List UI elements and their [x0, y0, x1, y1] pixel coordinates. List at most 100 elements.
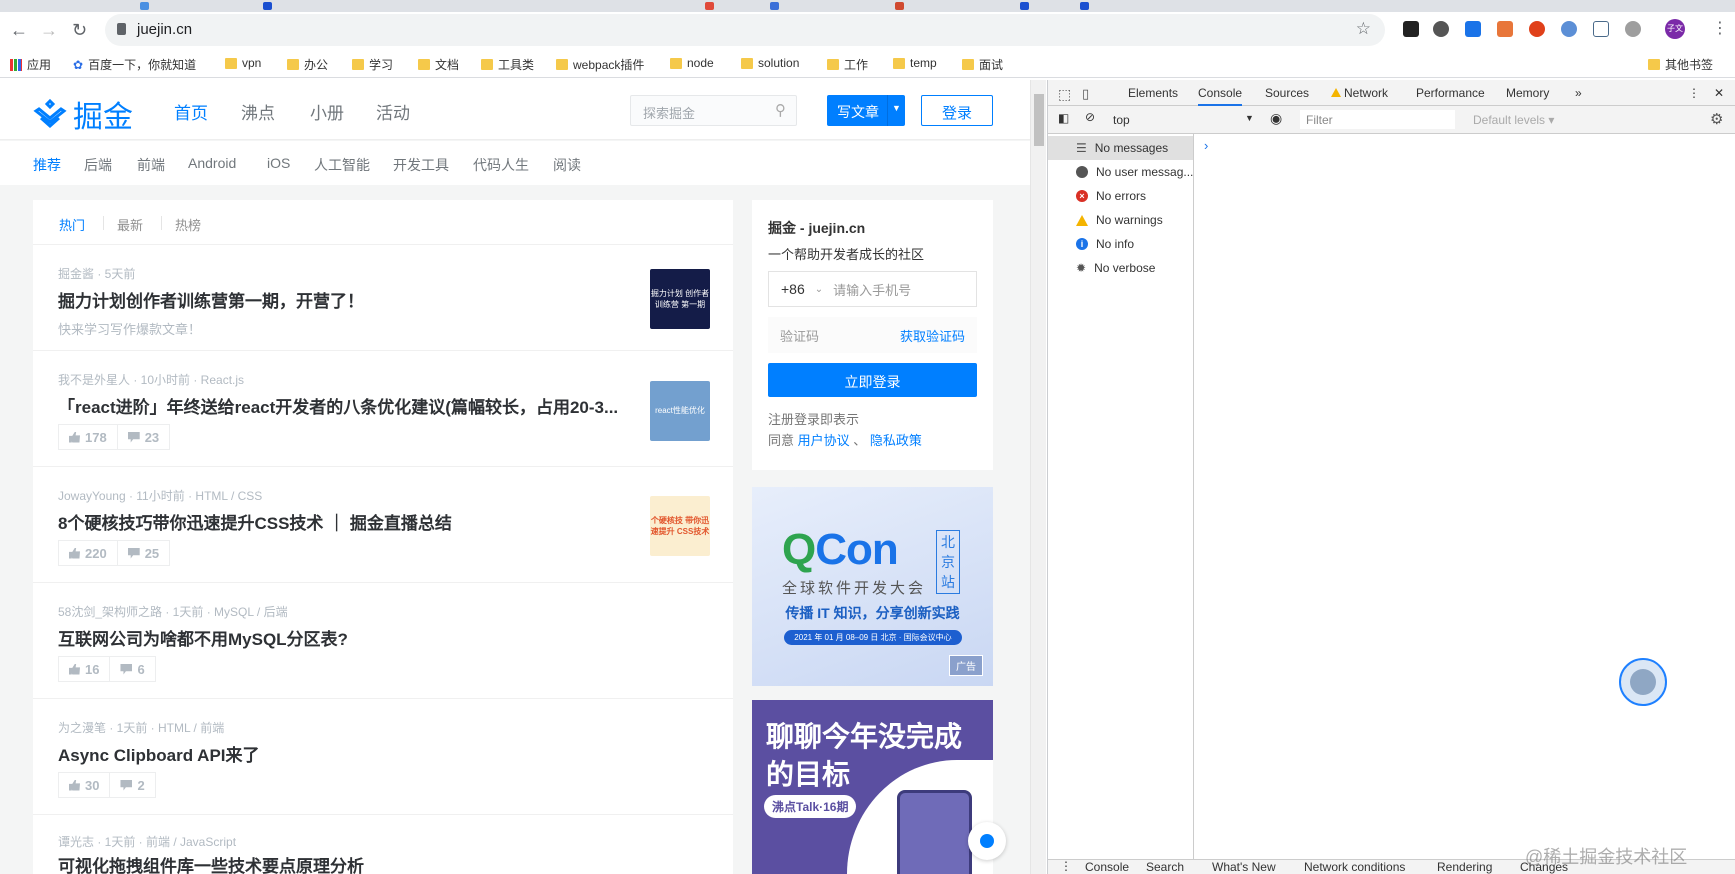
drawer-menu-icon[interactable]: ⋮: [1060, 860, 1072, 873]
article-title[interactable]: 掘力计划创作者训练营第一期，开营了！: [58, 287, 364, 312]
filter-user-messages[interactable]: No user messag...: [1048, 160, 1193, 184]
bookmark-folder[interactable]: webpack插件: [556, 56, 644, 73]
write-dropdown-icon[interactable]: ▼: [887, 95, 905, 126]
tab-elements[interactable]: Elements: [1128, 86, 1178, 100]
login-submit-button[interactable]: 立即登录: [768, 363, 977, 397]
context-select[interactable]: top: [1113, 113, 1130, 127]
context-dropdown-icon[interactable]: ▼: [1245, 113, 1254, 123]
device-toolbar-icon[interactable]: ▯: [1082, 86, 1089, 102]
qcon-ad-banner[interactable]: QCon 北京站 全球软件开发大会 传播 IT 知识，分享创新实践 2021 年…: [752, 487, 993, 686]
search-icon[interactable]: ⚲: [775, 101, 786, 119]
nav-pins[interactable]: 沸点: [241, 99, 275, 124]
category-tab[interactable]: Android: [188, 155, 236, 171]
comment-button[interactable]: 2: [109, 773, 154, 797]
clear-console-icon[interactable]: ⊘: [1085, 110, 1095, 124]
comment-button[interactable]: 23: [116, 425, 169, 449]
filter-info[interactable]: i No info: [1048, 232, 1193, 256]
url-bar[interactable]: juejin.cn ☆: [105, 14, 1385, 46]
category-tab[interactable]: 后端: [84, 155, 112, 175]
tab-hot[interactable]: 热门: [59, 215, 85, 234]
filter-all-messages[interactable]: ☰ No messages: [1048, 136, 1193, 160]
article-item[interactable]: 58沈剑_架构师之路 · 1天前 · MySQL / 后端 互联网公司为啥都不用…: [33, 583, 733, 699]
article-thumbnail[interactable]: react性能优化: [650, 381, 710, 441]
bookmark-folder[interactable]: vpn: [225, 56, 261, 70]
bookmark-folder[interactable]: 办公: [287, 56, 328, 73]
get-code-link[interactable]: 获取验证码: [900, 326, 965, 345]
comment-button[interactable]: 6: [109, 657, 154, 681]
floating-avatar-button[interactable]: [1619, 658, 1667, 706]
bookmark-folder[interactable]: 面试: [962, 56, 1003, 73]
extension-icon[interactable]: [1403, 21, 1419, 37]
juejin-logo[interactable]: 掘金: [33, 92, 133, 136]
article-thumbnail[interactable]: 个硬核技 带你迅速提升 CSS技术: [650, 496, 710, 556]
bookmark-folder[interactable]: 学习: [352, 56, 393, 73]
category-tab[interactable]: 代码人生: [473, 155, 529, 175]
search-input[interactable]: 探索掘金 ⚲: [630, 95, 797, 126]
page-scrollbar[interactable]: [1030, 80, 1046, 874]
console-filter-input[interactable]: Filter: [1300, 110, 1455, 129]
write-article-button[interactable]: 写文章 ▼: [827, 95, 905, 126]
article-item[interactable]: 我不是外星人 · 10小时前 · React.js 「react进阶」年终送给r…: [33, 351, 733, 467]
comment-button[interactable]: 25: [116, 541, 169, 565]
article-title[interactable]: Async Clipboard API来了: [58, 741, 260, 766]
category-tab[interactable]: 前端: [137, 155, 165, 175]
bookmark-folder[interactable]: 文档: [418, 56, 459, 73]
privacy-link[interactable]: 隐私政策: [870, 433, 922, 448]
article-title[interactable]: 「react进阶」年终送给react开发者的八条优化建议(篇幅较长，占用20-3…: [58, 393, 618, 418]
category-tab[interactable]: 推荐: [33, 155, 61, 175]
article-title[interactable]: 可视化拖拽组件库一些技术要点原理分析: [58, 852, 364, 874]
article-thumbnail[interactable]: 掘力计划 创作者训练营 第一期: [650, 269, 710, 329]
article-title[interactable]: 8个硬核技巧带你迅速提升CSS技术 ｜ 掘金直播总结: [58, 509, 452, 534]
like-button[interactable]: 16: [59, 657, 109, 681]
drawer-tab-whats-new[interactable]: What's New: [1212, 861, 1276, 874]
forward-icon[interactable]: →: [40, 20, 58, 41]
drawer-tab-console[interactable]: Console: [1085, 861, 1129, 874]
phone-input[interactable]: +86 ⌄ 请输入手机号: [768, 271, 977, 307]
tab-latest[interactable]: 最新: [117, 215, 143, 234]
console-settings-gear-icon[interactable]: ⚙: [1710, 110, 1723, 128]
drawer-tab-rendering[interactable]: Rendering: [1437, 861, 1492, 874]
profile-avatar[interactable]: 子文: [1665, 19, 1685, 39]
login-button[interactable]: 登录: [921, 95, 993, 126]
like-button[interactable]: 178: [59, 425, 117, 449]
nav-home[interactable]: 首页: [174, 99, 208, 124]
bookmark-folder[interactable]: node: [670, 56, 714, 70]
drawer-tab-network-conditions[interactable]: Network conditions: [1304, 861, 1405, 874]
reload-icon[interactable]: ↻: [72, 20, 87, 41]
extension-icon[interactable]: [1433, 21, 1449, 37]
nav-books[interactable]: 小册: [310, 99, 344, 124]
live-expression-eye-icon[interactable]: ◉: [1270, 110, 1282, 127]
tab-sources[interactable]: Sources: [1265, 86, 1309, 100]
extension-icon[interactable]: [1529, 21, 1545, 37]
tab-console[interactable]: Console: [1198, 86, 1243, 106]
other-bookmarks[interactable]: 其他书签: [1648, 56, 1713, 73]
bookmark-folder[interactable]: 工具类: [481, 56, 534, 73]
extension-icon[interactable]: [1561, 21, 1577, 37]
console-prompt-icon[interactable]: ›: [1204, 138, 1208, 153]
tab-network[interactable]: Network: [1331, 86, 1388, 100]
article-item[interactable]: 掘金酱 · 5天前 掘力计划创作者训练营第一期，开营了！ 快来学习写作爆款文章！…: [33, 245, 733, 351]
inspect-element-icon[interactable]: ⬚: [1058, 86, 1071, 103]
article-item[interactable]: 为之漫笔 · 1天前 · HTML / 前端 Async Clipboard A…: [33, 699, 733, 815]
category-tab[interactable]: 阅读: [553, 155, 581, 175]
sidebar-toggle-icon[interactable]: ◧: [1058, 111, 1069, 125]
tab-memory[interactable]: Memory: [1506, 86, 1549, 100]
bookmark-baidu[interactable]: ✿ 百度一下，你就知道: [73, 56, 196, 73]
devtools-menu-icon[interactable]: ⋮: [1688, 86, 1700, 100]
menu-kebab-icon[interactable]: ⋮: [1712, 18, 1728, 38]
verification-code-input[interactable]: 验证码 获取验证码: [768, 317, 977, 353]
article-item[interactable]: JowayYoung · 11小时前 · HTML / CSS 8个硬核技巧带你…: [33, 467, 733, 583]
log-levels-select[interactable]: Default levels ▾: [1473, 113, 1554, 127]
user-agreement-link[interactable]: 用户协议: [798, 433, 850, 448]
scrollbar-thumb[interactable]: [1034, 94, 1044, 146]
browser-tab-strip[interactable]: [0, 0, 1735, 12]
nav-events[interactable]: 活动: [376, 99, 410, 124]
bookmark-folder[interactable]: solution: [741, 56, 799, 70]
category-tab[interactable]: 开发工具: [393, 155, 449, 175]
country-code-select[interactable]: +86: [781, 281, 805, 297]
extension-icon[interactable]: [1593, 21, 1609, 37]
bookmark-folder[interactable]: temp: [893, 56, 937, 70]
more-tabs-icon[interactable]: »: [1575, 86, 1582, 100]
url-text[interactable]: juejin.cn: [137, 21, 192, 38]
bookmark-apps[interactable]: 应用: [10, 56, 51, 73]
